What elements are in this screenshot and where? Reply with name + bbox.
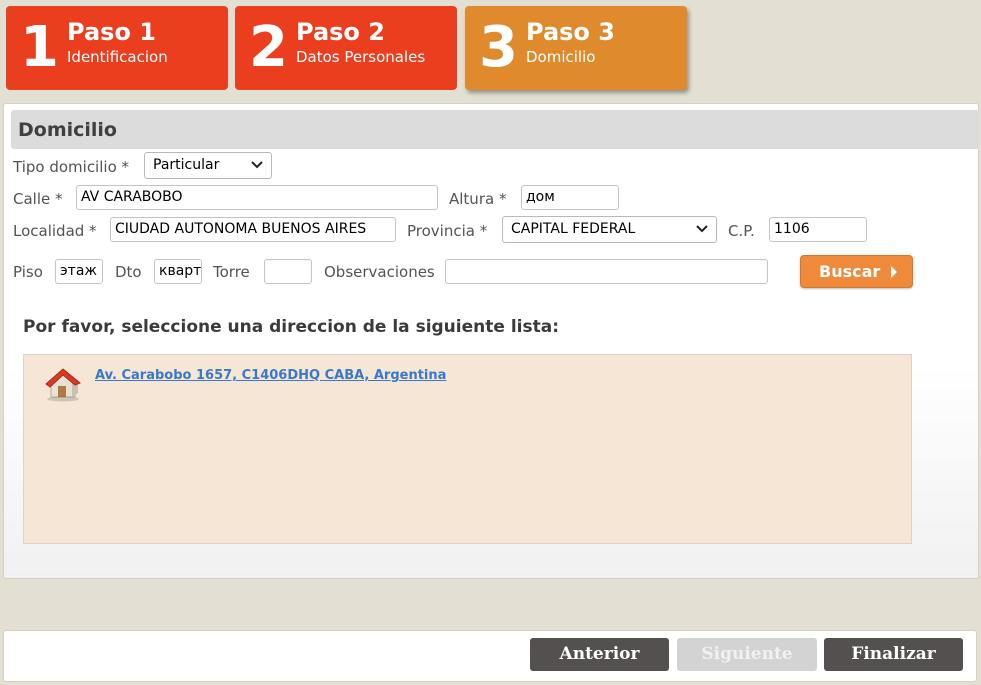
domicilio-panel: Domicilio Tipo domicilio * Particular Ca… [3, 103, 979, 579]
buscar-label: Buscar [819, 262, 881, 281]
step-title: Paso 1 [67, 18, 156, 46]
chevron-down-icon [696, 225, 708, 233]
tipo-domicilio-label: Tipo domicilio * [13, 158, 130, 176]
provincia-select[interactable]: CAPITAL FEDERAL [502, 216, 717, 243]
tipo-domicilio-select[interactable]: Particular [144, 152, 272, 179]
altura-label: Altura * [449, 190, 507, 208]
provincia-label: Provincia * [407, 222, 488, 240]
observaciones-label: Observaciones [324, 263, 435, 281]
piso-label: Piso [13, 263, 43, 281]
piso-input[interactable]: этаж [55, 259, 103, 284]
chevron-down-icon [251, 161, 263, 169]
arrow-right-icon [891, 266, 897, 278]
step-subtitle: Datos Personales [296, 48, 426, 66]
localidad-label: Localidad * [13, 222, 97, 240]
step-number: 3 [479, 15, 518, 80]
section-title: Domicilio [18, 119, 117, 141]
step-title: Paso 2 [296, 18, 385, 46]
provincia-value: CAPITAL FEDERAL [511, 221, 636, 237]
buscar-button[interactable]: Buscar [800, 255, 913, 288]
localidad-input[interactable]: CIUDAD AUTONOMA BUENOS AIRES [110, 217, 396, 242]
cp-label: C.P. [728, 222, 755, 240]
torre-input[interactable] [264, 259, 312, 284]
calle-input[interactable]: AV CARABOBO [76, 185, 438, 210]
step-1[interactable]: 1 Paso 1 Identificacion [6, 6, 228, 90]
step-number: 2 [249, 15, 288, 80]
siguiente-button[interactable]: Siguiente [677, 638, 817, 671]
finalizar-button[interactable]: Finalizar [824, 638, 963, 671]
step-2[interactable]: 2 Paso 2 Datos Personales [235, 6, 457, 90]
step-title: Paso 3 [526, 18, 615, 46]
tipo-domicilio-value: Particular [153, 157, 220, 173]
altura-input[interactable]: дом [521, 185, 619, 210]
house-icon [45, 368, 81, 402]
section-header: Domicilio [11, 110, 979, 149]
dto-input[interactable]: кварт [154, 259, 202, 284]
cp-input[interactable]: 1106 [769, 217, 867, 242]
anterior-button[interactable]: Anterior [530, 638, 669, 671]
observaciones-input[interactable] [445, 259, 768, 284]
results-prompt: Por favor, seleccione una direccion de l… [23, 317, 559, 337]
step-3[interactable]: 3 Paso 3 Domicilio [465, 6, 687, 90]
step-subtitle: Identificacion [67, 48, 168, 66]
result-address-link[interactable]: Av. Carabobo 1657, C1406DHQ CABA, Argent… [95, 368, 446, 383]
step-subtitle: Domicilio [526, 48, 596, 66]
torre-label: Torre [213, 263, 250, 281]
results-list: Av. Carabobo 1657, C1406DHQ CABA, Argent… [23, 354, 912, 544]
footer-bar: Anterior Siguiente Finalizar [3, 630, 977, 682]
dto-label: Dto [115, 263, 142, 281]
calle-label: Calle * [13, 190, 63, 208]
step-number: 1 [20, 15, 59, 80]
